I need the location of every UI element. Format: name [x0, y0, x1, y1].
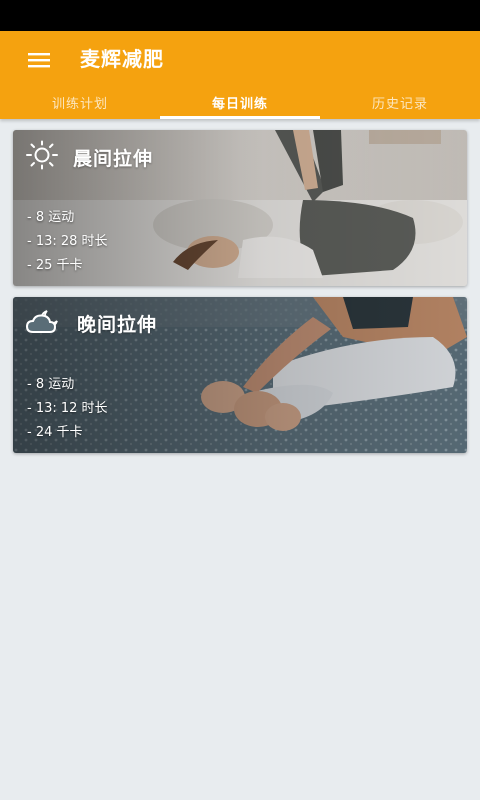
duration: - 13: 12 时长 — [27, 401, 108, 416]
hamburger-menu-icon — [28, 52, 50, 72]
tab-training-plan[interactable]: 训练计划 — [0, 86, 160, 119]
calories: - 24 千卡 — [27, 425, 83, 440]
tab-history[interactable]: 历史记录 — [320, 86, 480, 119]
workout-title: 晨间拉伸 — [73, 147, 154, 170]
workout-stats: - 8 运动 - 13: 12 时长 - 24 千卡 — [27, 373, 108, 445]
cloud-moon-icon — [25, 307, 63, 339]
active-tab-indicator — [160, 116, 320, 119]
workout-card-evening[interactable]: 晚间拉伸 - 8 运动 - 13: 12 时长 - 24 千卡 — [13, 297, 467, 453]
workout-title: 晚间拉伸 — [77, 313, 158, 336]
tab-label: 每日训练 — [211, 97, 268, 112]
calories: - 25 千卡 — [27, 258, 83, 273]
exercise-count: - 8 运动 — [27, 377, 75, 392]
exercise-count: - 8 运动 — [27, 210, 75, 225]
card-header: 晨间拉伸 — [25, 140, 153, 174]
tab-bar: 训练计划 每日训练 历史记录 — [0, 86, 480, 119]
workout-stats: - 8 运动 - 13: 28 时长 - 25 千卡 — [27, 206, 108, 278]
app-bar: 麦辉减肥 训练计划 每日训练 历史记录 — [0, 31, 480, 119]
tab-label: 历史记录 — [371, 97, 428, 112]
duration: - 13: 28 时长 — [27, 234, 108, 249]
card-header: 晚间拉伸 — [25, 307, 157, 339]
workout-card-morning[interactable]: 晨间拉伸 - 8 运动 - 13: 28 时长 - 25 千卡 — [13, 130, 467, 286]
status-bar — [0, 0, 480, 31]
app-title: 麦辉减肥 — [80, 47, 164, 71]
tab-label: 训练计划 — [51, 97, 108, 112]
tab-daily-training[interactable]: 每日训练 — [160, 86, 320, 119]
sun-icon — [25, 140, 59, 174]
menu-button[interactable] — [22, 45, 56, 79]
